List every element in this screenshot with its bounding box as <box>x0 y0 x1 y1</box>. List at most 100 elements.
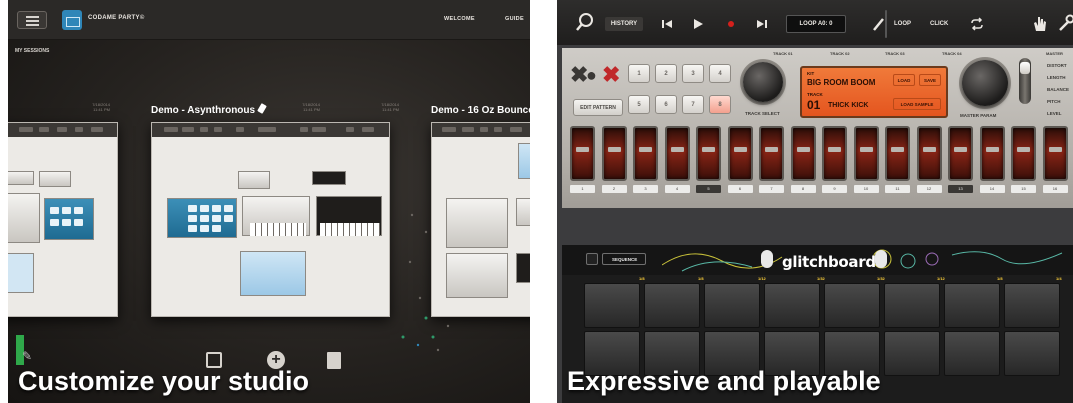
param-balance[interactable]: BALANCE <box>1047 87 1069 92</box>
step-label-1: 1/8 <box>639 276 645 281</box>
step-button-3[interactable]: 3 <box>682 64 704 83</box>
save-button[interactable]: SAVE <box>919 74 941 86</box>
glitch-pad[interactable] <box>764 283 820 328</box>
pad-number-label: 1 <box>570 185 595 193</box>
rewind-icon[interactable] <box>659 16 675 32</box>
history-button[interactable]: HISTORY <box>605 17 643 31</box>
drum-pad-3[interactable] <box>633 126 658 181</box>
step-label-3: 1/12 <box>758 276 766 281</box>
step-label-6: 1/12 <box>937 276 945 281</box>
pad-number-label: 4 <box>664 185 690 193</box>
track-label: TRACK <box>807 92 823 97</box>
glitch-pad[interactable] <box>884 283 940 328</box>
glitch-pad[interactable] <box>1004 331 1060 376</box>
wrench-icon[interactable] <box>1057 14 1073 32</box>
track-label-2: TRACK 02 <box>830 51 850 56</box>
glitch-pad[interactable] <box>944 331 1000 376</box>
drum-pad-11[interactable] <box>885 126 910 181</box>
drum-pad-10[interactable] <box>853 126 879 181</box>
load-sample-button[interactable]: LOAD SAMPLE <box>893 98 941 110</box>
glitch-pad[interactable] <box>824 283 880 328</box>
step-button-8[interactable]: 8 <box>709 95 731 114</box>
sequence-button[interactable]: SEQUENCE <box>602 253 646 265</box>
drum-pad-12[interactable] <box>916 126 942 181</box>
pad-number-label: 14 <box>979 185 1005 193</box>
glitch-pad[interactable] <box>1004 283 1060 328</box>
caption: Customize your studio <box>18 366 310 396</box>
drum-pad-4[interactable] <box>664 126 690 181</box>
pad-number-label: 2 <box>601 185 627 193</box>
master-label: MASTER <box>1046 51 1063 56</box>
scroll-down-icon[interactable] <box>761 250 773 268</box>
param-distort[interactable]: DISTORT <box>1047 63 1067 68</box>
glitch-pad[interactable] <box>884 331 940 376</box>
step-button-2[interactable]: 2 <box>655 64 677 83</box>
step-button-5[interactable]: 5 <box>628 95 650 114</box>
scroll-up-icon[interactable] <box>875 250 887 268</box>
loop-readout: LOOP A0: 0 <box>786 15 846 33</box>
loop-button[interactable]: LOOP <box>894 21 911 27</box>
track-select-label: TRACK SELECT <box>745 111 780 116</box>
drum-machine: TRACK 01 TRACK 02 TRACK 03 TRACK 04 MAST… <box>562 48 1073 208</box>
trash-icon[interactable] <box>327 352 341 369</box>
pad-number-label: 5 <box>696 185 721 193</box>
click-button[interactable]: CLICK <box>930 21 948 27</box>
settings-wrench-icon[interactable] <box>586 253 598 265</box>
forward-icon[interactable] <box>754 16 770 32</box>
load-button[interactable]: LOAD <box>893 74 915 86</box>
drum-pad-15[interactable] <box>1011 126 1036 181</box>
decorative-dots <box>401 213 450 352</box>
master-param-knob[interactable] <box>962 60 1008 106</box>
glitch-pad[interactable] <box>944 283 1000 328</box>
param-level[interactable]: LEVEL <box>1047 111 1062 116</box>
step-label-8: 1/4 <box>1056 276 1062 281</box>
track-number: 01 <box>807 98 821 112</box>
param-toggle[interactable] <box>1019 58 1031 104</box>
edit-pattern-button[interactable]: EDIT PATTERN <box>573 99 623 116</box>
repeat-icon[interactable] <box>969 16 985 32</box>
record-icon[interactable] <box>723 16 739 32</box>
transport-toolbar: HISTORY LOOP A0: 0 LOOP CLICK <box>557 0 1073 45</box>
track-label-3: TRACK 03 <box>885 51 905 56</box>
step-button-6[interactable]: 6 <box>655 95 677 114</box>
step-button-1[interactable]: 1 <box>628 64 650 83</box>
drum-pad-2[interactable] <box>601 126 627 181</box>
param-pitch[interactable]: PITCH <box>1047 99 1061 104</box>
master-param-label: MASTER PARAM <box>960 113 997 118</box>
pad-number-label: 15 <box>1011 185 1036 193</box>
step-label-4: 1/32 <box>817 276 825 281</box>
track-label-4: TRACK 04 <box>942 51 962 56</box>
step-button-7[interactable]: 7 <box>682 95 704 114</box>
hand-icon[interactable] <box>1030 14 1048 32</box>
search-icon[interactable] <box>575 12 595 32</box>
drum-pad-13[interactable] <box>948 126 973 181</box>
glitch-pad[interactable] <box>704 283 760 328</box>
toolbar-divider <box>885 10 887 38</box>
drum-pad-16[interactable] <box>1042 126 1068 181</box>
step-label-5: 1/32 <box>877 276 885 281</box>
drum-pad-14[interactable] <box>979 126 1005 181</box>
track-select-knob[interactable] <box>743 62 783 102</box>
pencil-icon[interactable] <box>870 16 886 32</box>
step-button-4[interactable]: 4 <box>709 64 731 83</box>
logo-o: ● <box>586 65 597 85</box>
pad-number-label: 7 <box>759 185 784 193</box>
lcd-display: KIT BIG ROOM BOOM TRACK 01 THICK KICK LO… <box>800 66 948 118</box>
kit-label: KIT <box>807 71 815 76</box>
session-browser-screen: CODAME PARTY© WELCOME GUIDE MY SESSIONS … <box>8 0 530 403</box>
drum-pad-5[interactable] <box>696 126 721 181</box>
logo-x-2: ✖ <box>602 62 621 87</box>
drum-pad-9[interactable] <box>822 126 847 181</box>
glitch-pad[interactable] <box>644 283 700 328</box>
play-icon[interactable] <box>690 16 706 32</box>
drum-pad-1[interactable] <box>570 126 595 181</box>
param-length[interactable]: LENGTH <box>1047 75 1066 80</box>
pad-number-label: 16 <box>1042 185 1068 193</box>
drum-pad-8[interactable] <box>790 126 816 181</box>
glitchboard-logo: glitchboard <box>782 253 876 271</box>
glitch-pad[interactable] <box>584 283 640 328</box>
drum-pad-6[interactable] <box>727 126 753 181</box>
drum-pad-7[interactable] <box>759 126 784 181</box>
mic-icon[interactable]: ✎ <box>22 349 32 363</box>
caption: Expressive and playable <box>567 366 881 396</box>
